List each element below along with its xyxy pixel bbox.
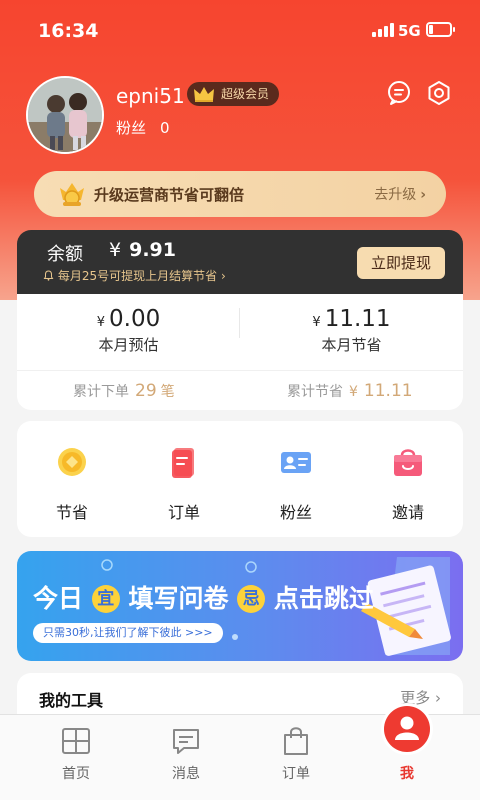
tab-label: 消息 xyxy=(172,766,200,782)
cumulative-orders-value: 29 xyxy=(135,381,157,401)
tab-label: 我 xyxy=(400,766,414,782)
banner-part1: 今日 xyxy=(33,584,84,613)
signal-icon xyxy=(372,23,394,37)
stat-saved-number: 11.11 xyxy=(324,306,391,332)
balance-label: 余额 xyxy=(47,244,83,265)
username: epni51 xyxy=(116,84,185,108)
menu-label: 订单 xyxy=(167,503,200,522)
stat-saved-label: 本月节省 xyxy=(321,336,382,354)
withdraw-button[interactable]: 立即提现 xyxy=(357,247,445,279)
chevron-right-icon: › xyxy=(420,187,426,203)
message-icon[interactable] xyxy=(386,80,412,106)
balance-card: 余额 ¥9.91 每月25号可提现上月结算节省 › 立即提现 xyxy=(17,230,463,294)
avatar[interactable] xyxy=(26,76,104,154)
id-card-icon xyxy=(281,452,311,473)
battery-level xyxy=(429,25,433,34)
tools-title: 我的工具 xyxy=(39,691,104,710)
balance-value: ¥9.91 xyxy=(109,239,176,261)
currency-symbol: ¥ xyxy=(109,239,122,261)
cumulative-orders: 累计下单 29 笔 xyxy=(73,381,175,401)
menu-item-savings[interactable]: 节省 xyxy=(17,445,127,523)
order-icon xyxy=(172,448,194,478)
cumulative-orders-unit: 笔 xyxy=(160,384,175,400)
upgrade-bar[interactable]: 升级运营商节省可翻倍 去升级 › xyxy=(34,171,446,217)
gift-bag-icon xyxy=(394,449,422,476)
menu-label: 邀请 xyxy=(391,503,424,522)
cumulative-saved: 累计节省 ¥11.11 xyxy=(287,381,413,401)
vip-badge[interactable]: 超级会员 xyxy=(187,82,280,106)
upgrade-action-label: 去升级 xyxy=(374,187,417,203)
stat-estimate-number: 0.00 xyxy=(109,306,161,332)
tools-more-link[interactable]: 更多 › xyxy=(400,687,441,708)
vip-label: 超级会员 xyxy=(221,87,270,101)
banner-part3: 点击跳过 xyxy=(273,584,374,613)
banner-part2: 填写问卷 xyxy=(128,584,229,613)
message-icon xyxy=(173,729,199,754)
status-bar: 16:34 5G xyxy=(0,0,480,60)
menu-label: 粉丝 xyxy=(279,503,312,522)
tab-home[interactable]: 首页 xyxy=(16,715,136,800)
cumulative-saved-value: 11.11 xyxy=(363,381,413,401)
menu-item-invite[interactable]: 邀请 xyxy=(353,445,463,523)
menu-item-fans[interactable]: 粉丝 xyxy=(241,445,351,523)
upgrade-action[interactable]: 去升级 › xyxy=(374,184,426,204)
grid-icon xyxy=(62,728,90,754)
menu-card: 节省 订单 粉丝 邀请 xyxy=(17,421,463,537)
tools-more-label: 更多 xyxy=(400,689,431,707)
balance-amount: 9.91 xyxy=(129,239,176,261)
fans-label: 粉丝 xyxy=(116,119,147,137)
balance-note-text: 每月25号可提现上月结算节省 xyxy=(57,269,218,283)
banner-subtitle: 只需30秒,让我们了解下彼此 >>> xyxy=(33,623,223,643)
fans-count: 0 xyxy=(160,119,170,137)
crown-medal-icon xyxy=(60,183,84,206)
stat-estimate-label: 本月预估 xyxy=(98,336,159,354)
user-icon xyxy=(395,716,419,740)
chevron-right-icon: › xyxy=(435,689,441,707)
survey-banner[interactable]: 今日 宜 填写问卷 忌 点击跳过 只需30秒,让我们了解下彼此 >>> xyxy=(17,551,463,661)
currency-symbol: ¥ xyxy=(96,315,106,330)
fans-info[interactable]: 粉丝 0 xyxy=(116,117,170,138)
stat-estimate[interactable]: ¥0.00 本月预估 xyxy=(17,306,240,355)
stats-card: ¥0.00 本月预估 ¥11.11 本月节省 累计下单 29 笔 累计节省 ¥11.1… xyxy=(17,294,463,410)
banner-badge-yi: 宜 xyxy=(91,585,120,613)
bag-icon xyxy=(284,727,308,755)
network-label: 5G xyxy=(398,22,421,40)
cumulative-saved-label: 累计节省 xyxy=(287,384,343,400)
upgrade-text: 升级运营商节省可翻倍 xyxy=(94,186,245,204)
tab-label: 订单 xyxy=(282,766,310,782)
divider xyxy=(17,370,463,371)
bell-icon xyxy=(43,270,54,281)
menu-label: 节省 xyxy=(55,503,88,522)
banner-badge-ji: 忌 xyxy=(237,585,266,613)
tab-orders[interactable]: 订单 xyxy=(236,715,356,800)
cumulative-orders-label: 累计下单 xyxy=(73,384,129,400)
stat-saved-value: ¥11.11 xyxy=(240,306,463,332)
menu-item-orders[interactable]: 订单 xyxy=(129,445,239,523)
crown-icon xyxy=(194,87,214,102)
banner-headline: 今日 宜 填写问卷 忌 点击跳过 xyxy=(33,579,374,619)
coin-icon xyxy=(58,448,86,476)
status-time: 16:34 xyxy=(38,20,99,42)
currency-symbol: ¥ xyxy=(349,384,358,400)
tab-me-icon[interactable] xyxy=(384,706,430,752)
stat-saved[interactable]: ¥11.11 本月节省 xyxy=(240,306,463,355)
battery-icon xyxy=(426,22,455,37)
tab-label: 首页 xyxy=(62,766,90,782)
currency-symbol: ¥ xyxy=(312,315,321,330)
settings-icon[interactable] xyxy=(426,80,452,106)
balance-note[interactable]: 每月25号可提现上月结算节省 › xyxy=(43,267,226,284)
stat-estimate-value: ¥0.00 xyxy=(17,306,240,332)
chevron-right-icon: › xyxy=(220,269,226,283)
tab-messages[interactable]: 消息 xyxy=(126,715,246,800)
